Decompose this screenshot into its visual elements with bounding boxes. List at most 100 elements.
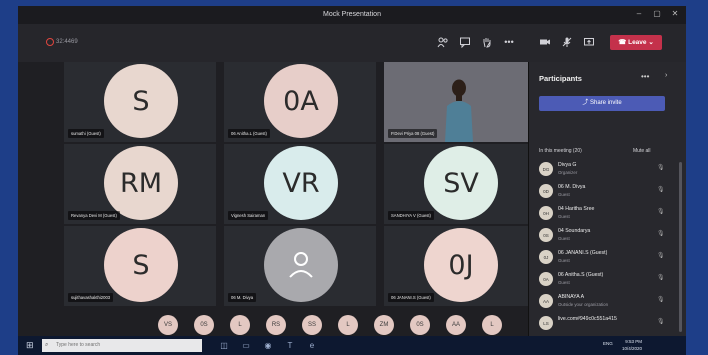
mute-all-button[interactable]: Mute all [633, 148, 651, 154]
share-invite-label: Share invite [589, 100, 622, 106]
more-icon[interactable]: ••• [502, 36, 516, 48]
mini-avatar[interactable]: 0S [194, 315, 214, 335]
mini-avatar[interactable]: 0S [410, 315, 430, 335]
participant-name: 06 JANANI.S (Guest) [388, 293, 434, 302]
participant-name: 06 Anitha.S (Guest) [558, 272, 604, 278]
edge-icon[interactable]: e [306, 340, 318, 351]
file-explorer-icon[interactable]: ▭ [240, 340, 252, 351]
participants-panel: Participants ••• › ⤴ Share invite In thi… [528, 62, 686, 336]
participant-name: live.com#949c0c551a415 [558, 316, 617, 322]
people-icon[interactable] [436, 36, 450, 48]
default-avatar-icon [264, 228, 338, 302]
mini-avatar[interactable]: RS [266, 315, 286, 335]
mini-avatar[interactable]: L [338, 315, 358, 335]
participant-name: ABINAYA A [558, 294, 585, 300]
participant-role: Organizer [558, 170, 578, 175]
window-title: Mock Presentation [323, 11, 381, 18]
avatar: 0A [264, 64, 338, 138]
participant-tile[interactable]: 0A 06 Anitha.L (Guest) [224, 62, 376, 142]
participant-tile[interactable]: S sumathi (Guest) [64, 62, 216, 142]
video-grid: S sumathi (Guest) 0A 06 Anitha.L (Guest)… [64, 62, 536, 306]
mic-icon: 🎙 [657, 275, 665, 281]
share-invite-button[interactable]: ⤴ Share invite [539, 96, 665, 111]
participant-tile[interactable]: 06 M. Divya [224, 226, 376, 306]
mic-icon[interactable] [560, 36, 574, 48]
participant-tile[interactable]: SV SANDHIYA V (Guest) [384, 144, 536, 224]
windows-start-icon[interactable]: ⊞ [26, 340, 34, 351]
avatar: 0J [424, 228, 498, 302]
teams-icon[interactable]: T [284, 340, 296, 351]
participant-name: Revanya Devi M (Guest) [68, 211, 120, 220]
participant-video-tile[interactable]: P.Devi Priya 08 (Guest) [384, 62, 536, 142]
participant-video-feed [445, 79, 473, 142]
mini-avatar[interactable]: SS [302, 315, 322, 335]
participant-row[interactable]: 0H 04 Haritha Sree Guest 🎙 [539, 204, 675, 224]
clock-time: 9:53 PM [625, 339, 643, 344]
in-meeting-header[interactable]: In this meeting (20) [539, 148, 582, 154]
clock-date: 10/4/2020 [622, 346, 643, 351]
mini-avatar[interactable]: L [482, 315, 502, 335]
phone-hangup-icon: ☎ [618, 39, 629, 46]
participant-name: 06 M. Divya [228, 293, 257, 302]
maximize-icon[interactable]: ▢ [650, 9, 664, 21]
participant-row[interactable]: 0S 04 Soundarya Guest 🎙 [539, 226, 675, 246]
mic-off-icon: 🎙 [657, 253, 665, 259]
avatar: DG [539, 162, 553, 176]
language-indicator[interactable]: ENG [603, 341, 613, 346]
avatar: RM [104, 146, 178, 220]
participant-role: Guest [558, 280, 570, 285]
scrollbar[interactable] [679, 162, 682, 332]
participant-row[interactable]: LS live.com#949c0c551a415 🎙 [539, 314, 675, 334]
teams-window: Mock Presentation – ▢ ✕ 32:4469 ••• ☎ Le… [18, 6, 686, 355]
share-screen-icon[interactable] [582, 36, 596, 48]
chat-icon[interactable] [458, 36, 472, 49]
mic-off-icon: 🎙 [657, 165, 665, 171]
meeting-toolbar: 32:4469 ••• ☎ Leave ⌄ [18, 24, 686, 62]
participant-tile[interactable]: 0J 06 JANANI.S (Guest) [384, 226, 536, 306]
mini-avatar[interactable]: ZM [374, 315, 394, 335]
monitor-bezel-left [0, 0, 18, 355]
avatar: 0J [539, 250, 553, 264]
participant-tile[interactable]: VR Vignesh Sairaman [224, 144, 376, 224]
close-icon[interactable]: › [665, 72, 667, 79]
participant-role: Guest [558, 214, 570, 219]
raise-hand-icon[interactable] [480, 36, 494, 48]
chevron-down-icon: ⌄ [648, 39, 654, 46]
participant-name: 06 Anitha.L (Guest) [228, 129, 270, 138]
avatar: 0H [539, 206, 553, 220]
participant-row[interactable]: DG Divya G Organizer 🎙 [539, 160, 675, 180]
task-view-icon[interactable]: ◫ [218, 340, 230, 351]
mini-avatar[interactable]: AA [446, 315, 466, 335]
participant-name: 04 Haritha Sree [558, 206, 595, 212]
avatar: 0D [539, 184, 553, 198]
participant-row[interactable]: 0D 06 M. Divya Guest 🎙 [539, 182, 675, 202]
mic-off-icon: 🎙 [657, 209, 665, 215]
system-clock[interactable]: 9:53 PM 10/4/2020 [622, 338, 642, 352]
title-bar: Mock Presentation – ▢ ✕ [18, 6, 686, 24]
avatar: S [104, 64, 178, 138]
participant-tile[interactable]: S sujithavashakthi2003 [64, 226, 216, 306]
participant-name: SANDHIYA V (Guest) [388, 211, 434, 220]
mic-icon: 🎙 [657, 187, 665, 193]
taskbar-search-input[interactable]: ⌕ Type here to search [42, 339, 202, 352]
minimize-icon[interactable]: – [632, 9, 646, 21]
participant-row[interactable]: 0A 06 Anitha.S (Guest) Guest 🎙 [539, 270, 675, 290]
participant-tile[interactable]: RM Revanya Devi M (Guest) [64, 144, 216, 224]
leave-button[interactable]: ☎ Leave ⌄ [610, 35, 662, 50]
chrome-icon[interactable]: ◉ [262, 340, 274, 351]
participant-role: Guest [558, 192, 570, 197]
mini-avatar[interactable]: L [230, 315, 250, 335]
participant-row[interactable]: 0J 06 JANANI.S (Guest) Guest 🎙 [539, 248, 675, 268]
avatar: 0S [539, 228, 553, 242]
monitor-bezel-right [686, 0, 708, 355]
close-icon[interactable]: ✕ [668, 9, 682, 21]
camera-icon[interactable] [538, 36, 552, 48]
more-icon[interactable]: ••• [641, 72, 649, 81]
mic-off-icon: 🎙 [657, 231, 665, 237]
leave-label: Leave [628, 39, 647, 46]
participant-row[interactable]: AA ABINAYA A Outside your organization 🎙 [539, 292, 675, 312]
search-icon: ⌕ [45, 342, 49, 348]
mini-avatar[interactable]: VS [158, 315, 178, 335]
search-placeholder: Type here to search [56, 342, 101, 348]
participant-name: Vignesh Sairaman [228, 211, 269, 220]
